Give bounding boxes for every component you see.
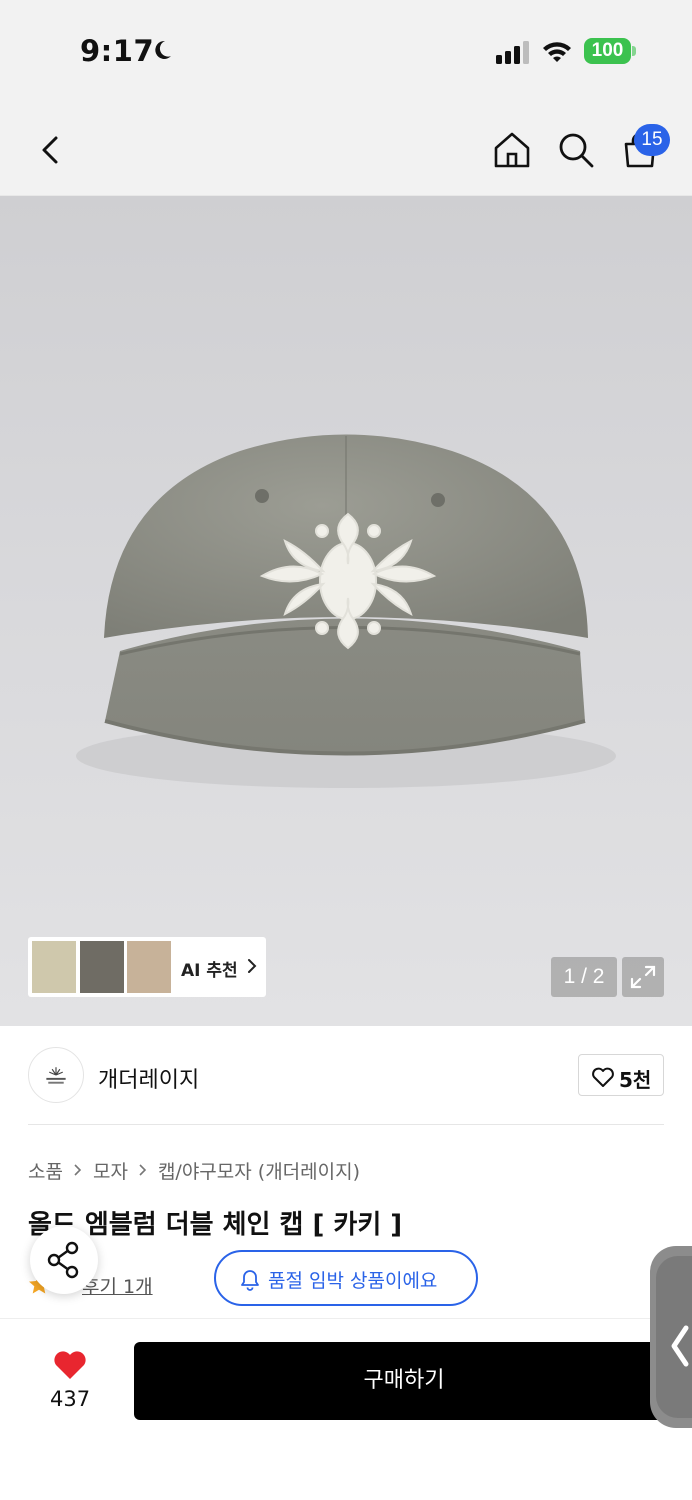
- recommendation-thumbnail[interactable]: [127, 941, 171, 993]
- status-bar: 9:17 100: [0, 0, 692, 100]
- brand-row: 개더레이지 5천: [0, 1026, 692, 1126]
- top-nav: [0, 100, 692, 196]
- status-time: 9:17: [80, 34, 155, 68]
- recommendation-thumbnail[interactable]: [80, 941, 124, 993]
- bell-icon: [241, 1270, 259, 1291]
- share-icon: [47, 1241, 79, 1279]
- side-drawer-handle[interactable]: [650, 1246, 692, 1428]
- chevron-right-icon: [248, 959, 257, 973]
- battery-level: 100: [584, 38, 631, 64]
- heart-icon[interactable]: [52, 1347, 88, 1381]
- signal-icon: [496, 41, 529, 64]
- chevron-right-icon: [74, 1164, 82, 1176]
- brand-logo[interactable]: [28, 1047, 84, 1103]
- recommendation-thumbnail[interactable]: [32, 941, 76, 993]
- cap-photo: [76, 434, 616, 788]
- buy-button[interactable]: 구매하기: [134, 1342, 674, 1420]
- moon-icon: [155, 40, 171, 59]
- ai-recommendation-strip[interactable]: AI 추천: [28, 937, 266, 997]
- breadcrumb-item[interactable]: 캡/야구모자 (개더레이지): [158, 1157, 360, 1184]
- brand-like-count: 5천: [619, 1068, 652, 1092]
- low-stock-button[interactable]: 품절 임박 상품이에요: [214, 1250, 478, 1306]
- low-stock-label: 품절 임박 상품이에요: [268, 1270, 438, 1292]
- back-icon[interactable]: [30, 128, 74, 172]
- wish-count: 437: [50, 1387, 91, 1411]
- product-image[interactable]: AI 추천 1 / 2: [0, 196, 692, 1026]
- heart-outline-icon: [592, 1067, 614, 1087]
- breadcrumb-item[interactable]: 모자: [93, 1157, 128, 1184]
- ai-recommendation-label: AI 추천: [181, 961, 238, 981]
- breadcrumb-item[interactable]: 소품: [28, 1157, 63, 1184]
- image-page-counter: 1 / 2: [551, 957, 617, 997]
- brand-like-button[interactable]: 5천: [578, 1054, 664, 1096]
- chevron-left-icon: [671, 1325, 689, 1367]
- battery-indicator: 100: [584, 38, 636, 64]
- search-icon[interactable]: [554, 128, 598, 172]
- brand-name[interactable]: 개더레이지: [98, 1062, 199, 1094]
- bottom-bar: 437 구매하기: [0, 1318, 692, 1500]
- battery-tip: [632, 46, 636, 56]
- wifi-icon: [543, 42, 571, 62]
- share-button[interactable]: [30, 1226, 98, 1294]
- home-icon[interactable]: [490, 128, 534, 172]
- chevron-right-icon: [139, 1164, 147, 1176]
- cart-badge: 15: [634, 124, 670, 156]
- side-drawer-inner: [656, 1256, 692, 1418]
- breadcrumb: 소품 모자 캡/야구모자 (개더레이지): [28, 1156, 360, 1184]
- divider: [28, 1124, 664, 1125]
- expand-icon[interactable]: [622, 957, 664, 997]
